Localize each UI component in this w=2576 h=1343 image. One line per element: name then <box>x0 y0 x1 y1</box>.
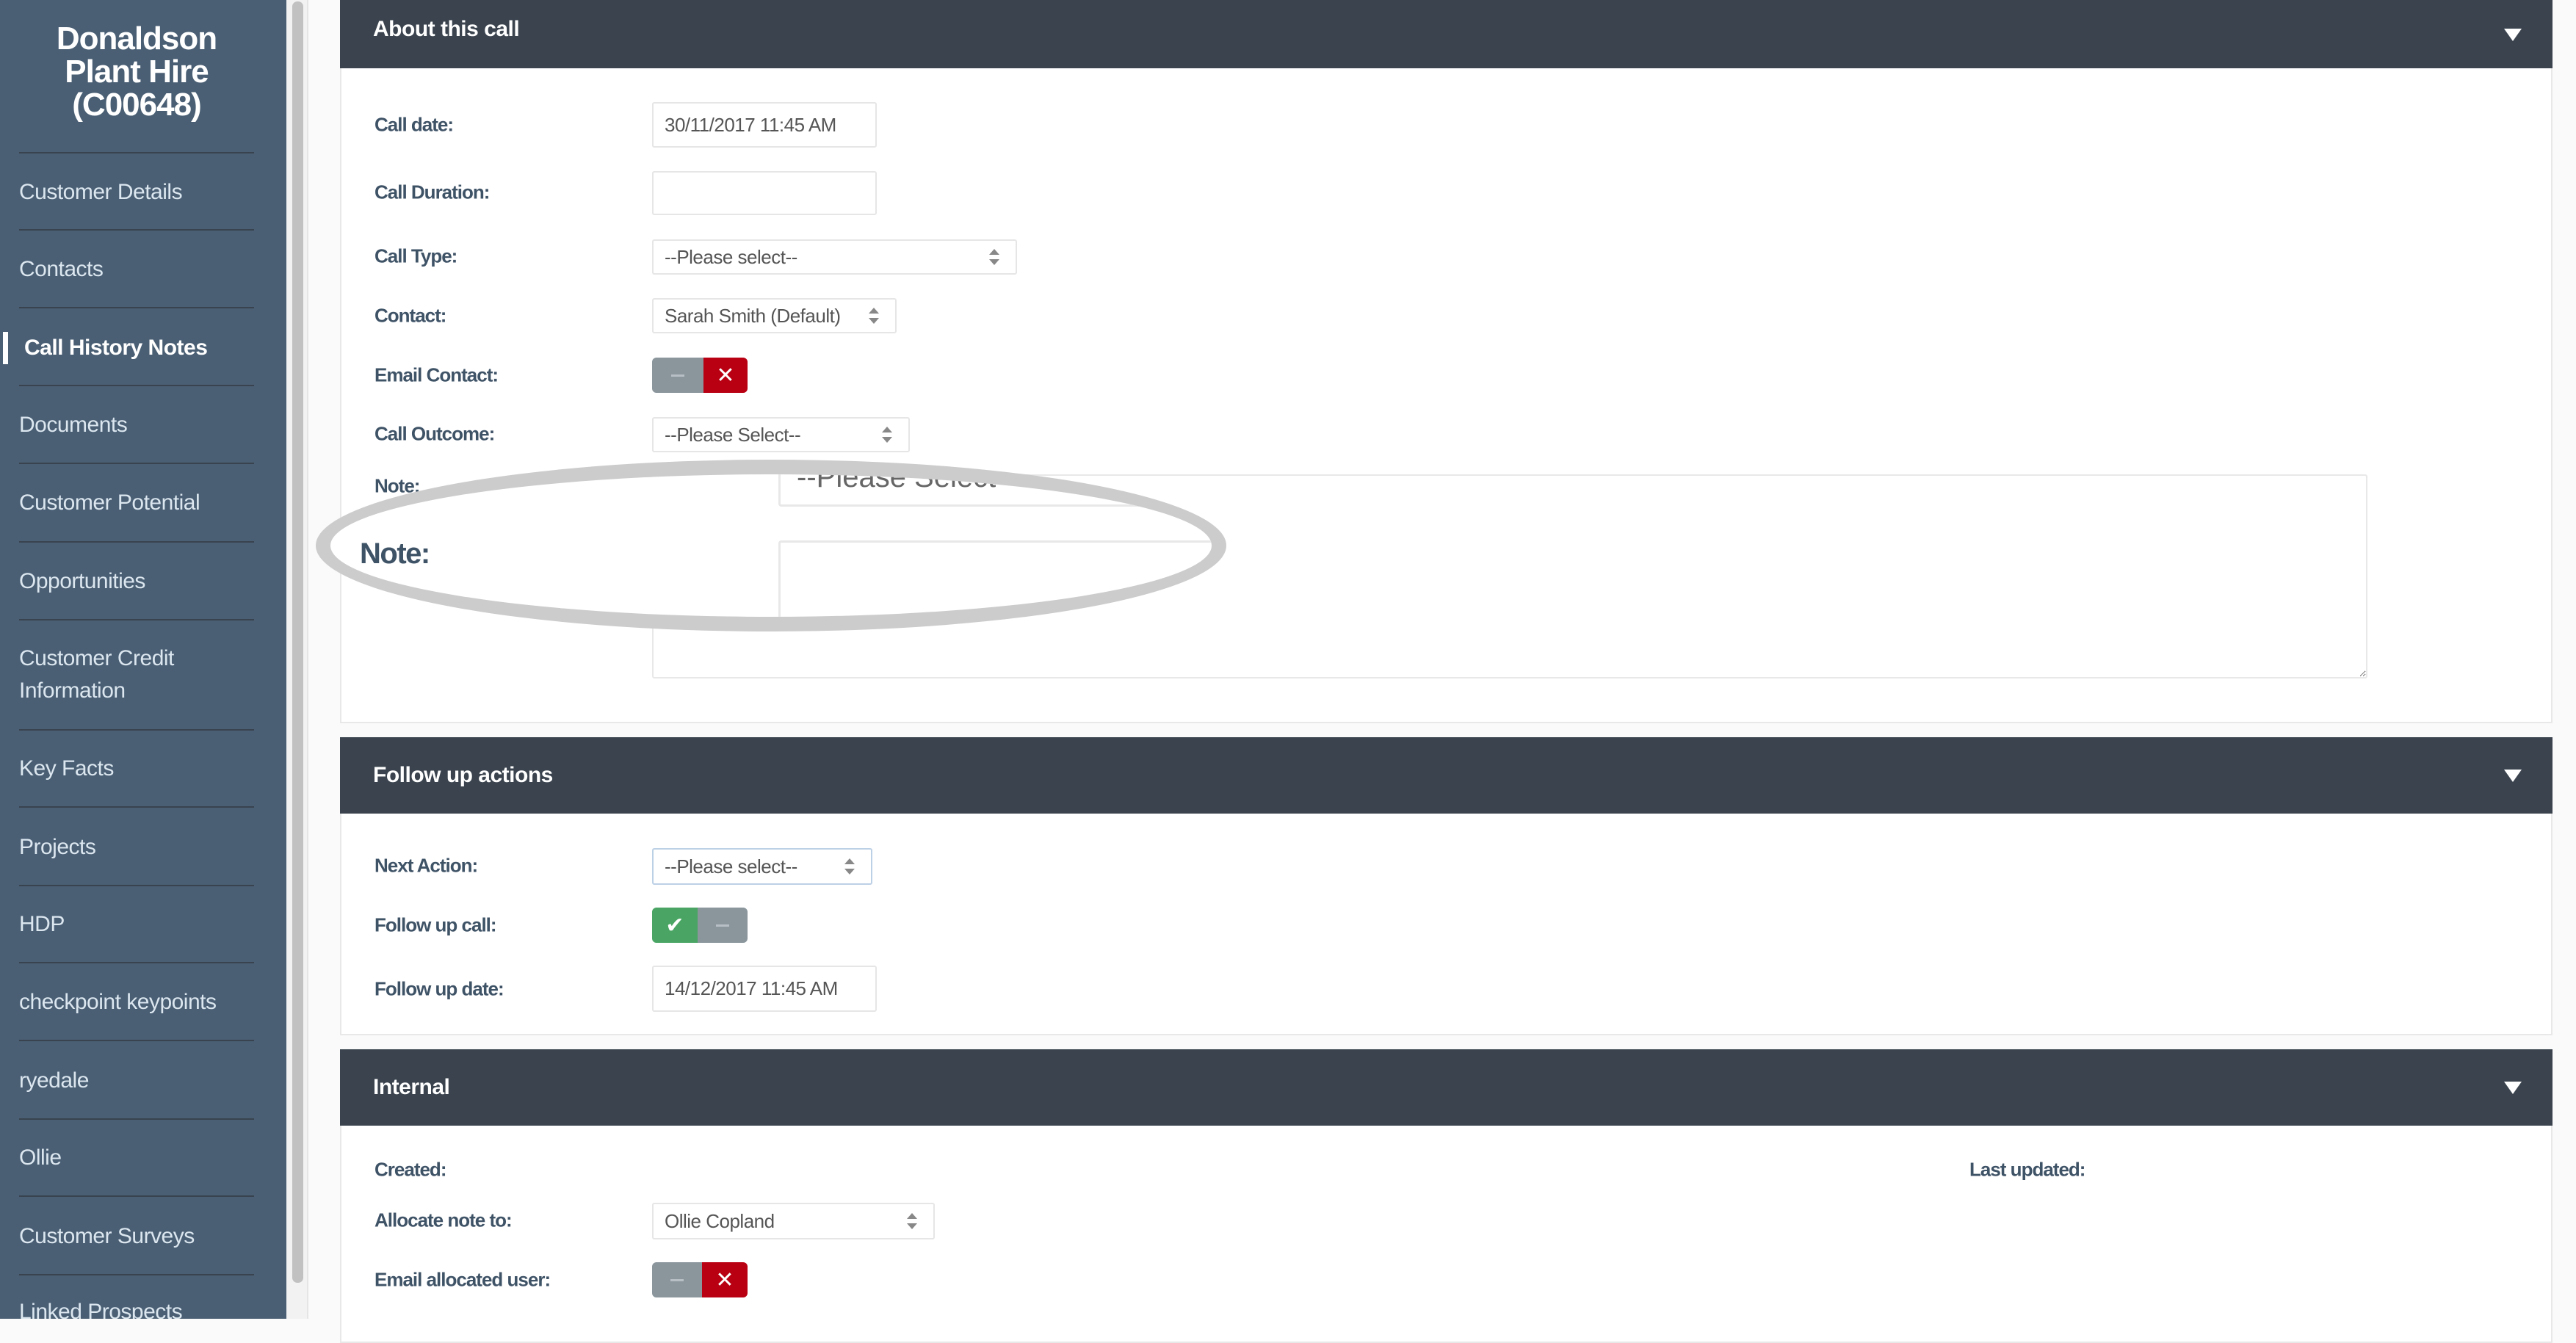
sidebar-divider <box>19 463 254 464</box>
sidebar-item-key-facts[interactable]: Key Facts <box>19 753 261 785</box>
collapse-caret-icon[interactable] <box>2504 1082 2522 1094</box>
sidebar-divider <box>19 385 254 386</box>
follow-up-call-label: Follow up call: <box>375 913 497 936</box>
dash-icon <box>671 374 684 377</box>
allocate-note-value: Ollie Copland <box>665 1209 775 1232</box>
sidebar-divider <box>19 806 254 808</box>
about-call-title: About this call <box>373 17 520 41</box>
follow-up-call-toggle[interactable]: ✔ <box>652 908 748 943</box>
magnified-note-label: Note: <box>360 537 430 570</box>
company-name: Donaldson Plant Hire (C00648) <box>0 22 273 121</box>
sidebar-divider <box>19 1195 254 1197</box>
sidebar: Donaldson Plant Hire (C00648) Customer D… <box>0 0 286 1319</box>
call-outcome-value: --Please Select-- <box>665 423 801 446</box>
toggle-neutral <box>698 908 748 943</box>
email-contact-label: Email Contact: <box>375 363 499 386</box>
contact-label: Contact: <box>375 304 446 327</box>
magnifier-overlay: --Please Select-- Note: <box>316 460 1226 631</box>
sidebar-item-customer-potential[interactable]: Customer Potential <box>19 487 261 519</box>
sidebar-divider <box>19 729 254 731</box>
select-arrows-icon <box>882 427 892 443</box>
follow-up-title: Follow up actions <box>373 763 553 787</box>
collapse-caret-icon[interactable] <box>2504 28 2522 41</box>
call-duration-label: Call Duration: <box>375 181 490 203</box>
sidebar-divider <box>19 541 254 543</box>
magnifier-content: --Please Select-- Note: <box>330 474 1212 617</box>
sidebar-divider <box>19 307 254 308</box>
sidebar-item-checkpoint-keypoints[interactable]: checkpoint keypoints <box>19 986 261 1018</box>
select-arrows-icon <box>989 249 999 265</box>
sidebar-item-linked-prospects[interactable]: Linked Prospects <box>19 1296 261 1319</box>
collapse-caret-icon[interactable] <box>2504 770 2522 782</box>
email-allocated-user-label: Email allocated user: <box>375 1268 551 1291</box>
next-action-label: Next Action: <box>375 854 478 877</box>
sidebar-divider <box>19 152 254 153</box>
next-action-select[interactable]: --Please select-- <box>652 848 872 885</box>
follow-up-date-input[interactable]: 14/12/2017 11:45 AM <box>652 966 877 1012</box>
follow-up-header[interactable]: Follow up actions <box>340 737 2553 814</box>
sidebar-item-contacts[interactable]: Contacts <box>19 253 261 286</box>
call-duration-input[interactable] <box>652 171 877 215</box>
toggle-off-x-icon: ✕ <box>703 358 748 393</box>
sidebar-divider <box>19 885 254 886</box>
last-updated-label: Last updated: <box>1969 1158 2085 1181</box>
call-date-input[interactable]: 30/11/2017 11:45 AM <box>652 102 877 148</box>
dash-icon <box>716 924 729 927</box>
call-type-select[interactable]: --Please select-- <box>652 239 1017 275</box>
internal-header[interactable]: Internal <box>340 1049 2553 1126</box>
sidebar-scrollbar-thumb[interactable] <box>292 1 303 1283</box>
follow-up-date-value: 14/12/2017 11:45 AM <box>665 977 838 999</box>
sidebar-item-call-history-notes[interactable]: Call History Notes <box>24 332 267 364</box>
call-date-label: Call date: <box>375 113 454 136</box>
sidebar-divider <box>19 619 254 620</box>
active-indicator <box>3 332 8 364</box>
contact-select[interactable]: Sarah Smith (Default) <box>652 298 897 333</box>
sidebar-item-customer-surveys[interactable]: Customer Surveys <box>19 1220 261 1253</box>
call-type-value: --Please select-- <box>665 245 797 268</box>
sidebar-item-hdp[interactable]: HDP <box>19 908 261 941</box>
sidebar-item-customer-credit-information[interactable]: Customer Credit Information <box>19 642 203 707</box>
select-arrows-icon <box>844 858 855 875</box>
sidebar-divider <box>19 1040 254 1041</box>
sidebar-item-ryedale[interactable]: ryedale <box>19 1065 261 1097</box>
allocate-note-select[interactable]: Ollie Copland <box>652 1203 935 1239</box>
sidebar-item-ollie[interactable]: Ollie <box>19 1142 261 1174</box>
sidebar-divider <box>19 962 254 963</box>
company-name-line-2: Plant Hire <box>65 54 209 90</box>
sidebar-item-customer-details[interactable]: Customer Details <box>19 176 261 209</box>
toggle-off-x-icon: ✕ <box>702 1262 748 1297</box>
call-outcome-label: Call Outcome: <box>375 422 495 445</box>
call-type-label: Call Type: <box>375 245 457 267</box>
toggle-on-check-icon: ✔ <box>652 908 698 943</box>
call-date-value: 30/11/2017 11:45 AM <box>665 113 836 136</box>
contact-value: Sarah Smith (Default) <box>665 304 841 327</box>
sidebar-item-documents[interactable]: Documents <box>19 409 261 441</box>
sidebar-item-opportunities[interactable]: Opportunities <box>19 565 261 598</box>
toggle-neutral <box>652 1262 702 1297</box>
allocate-note-label: Allocate note to: <box>375 1209 513 1231</box>
email-contact-toggle[interactable]: ✕ <box>652 358 748 393</box>
follow-up-date-label: Follow up date: <box>375 977 504 1000</box>
internal-title: Internal <box>373 1075 450 1099</box>
sidebar-divider <box>19 1118 254 1120</box>
sidebar-divider <box>19 229 254 231</box>
next-action-value: --Please select-- <box>665 855 797 877</box>
company-code: (C00648) <box>72 87 201 123</box>
sidebar-divider <box>19 1274 254 1275</box>
about-call-header[interactable]: About this call <box>340 0 2553 68</box>
select-arrows-icon <box>907 1213 917 1229</box>
company-name-line-1: Donaldson <box>56 21 217 57</box>
created-label: Created: <box>375 1158 446 1181</box>
select-arrows-icon <box>869 308 879 324</box>
call-outcome-select[interactable]: --Please Select-- <box>652 417 910 452</box>
dash-icon <box>670 1278 684 1281</box>
sidebar-item-projects[interactable]: Projects <box>19 831 261 864</box>
toggle-neutral <box>652 358 703 393</box>
email-allocated-user-toggle[interactable]: ✕ <box>652 1262 748 1297</box>
